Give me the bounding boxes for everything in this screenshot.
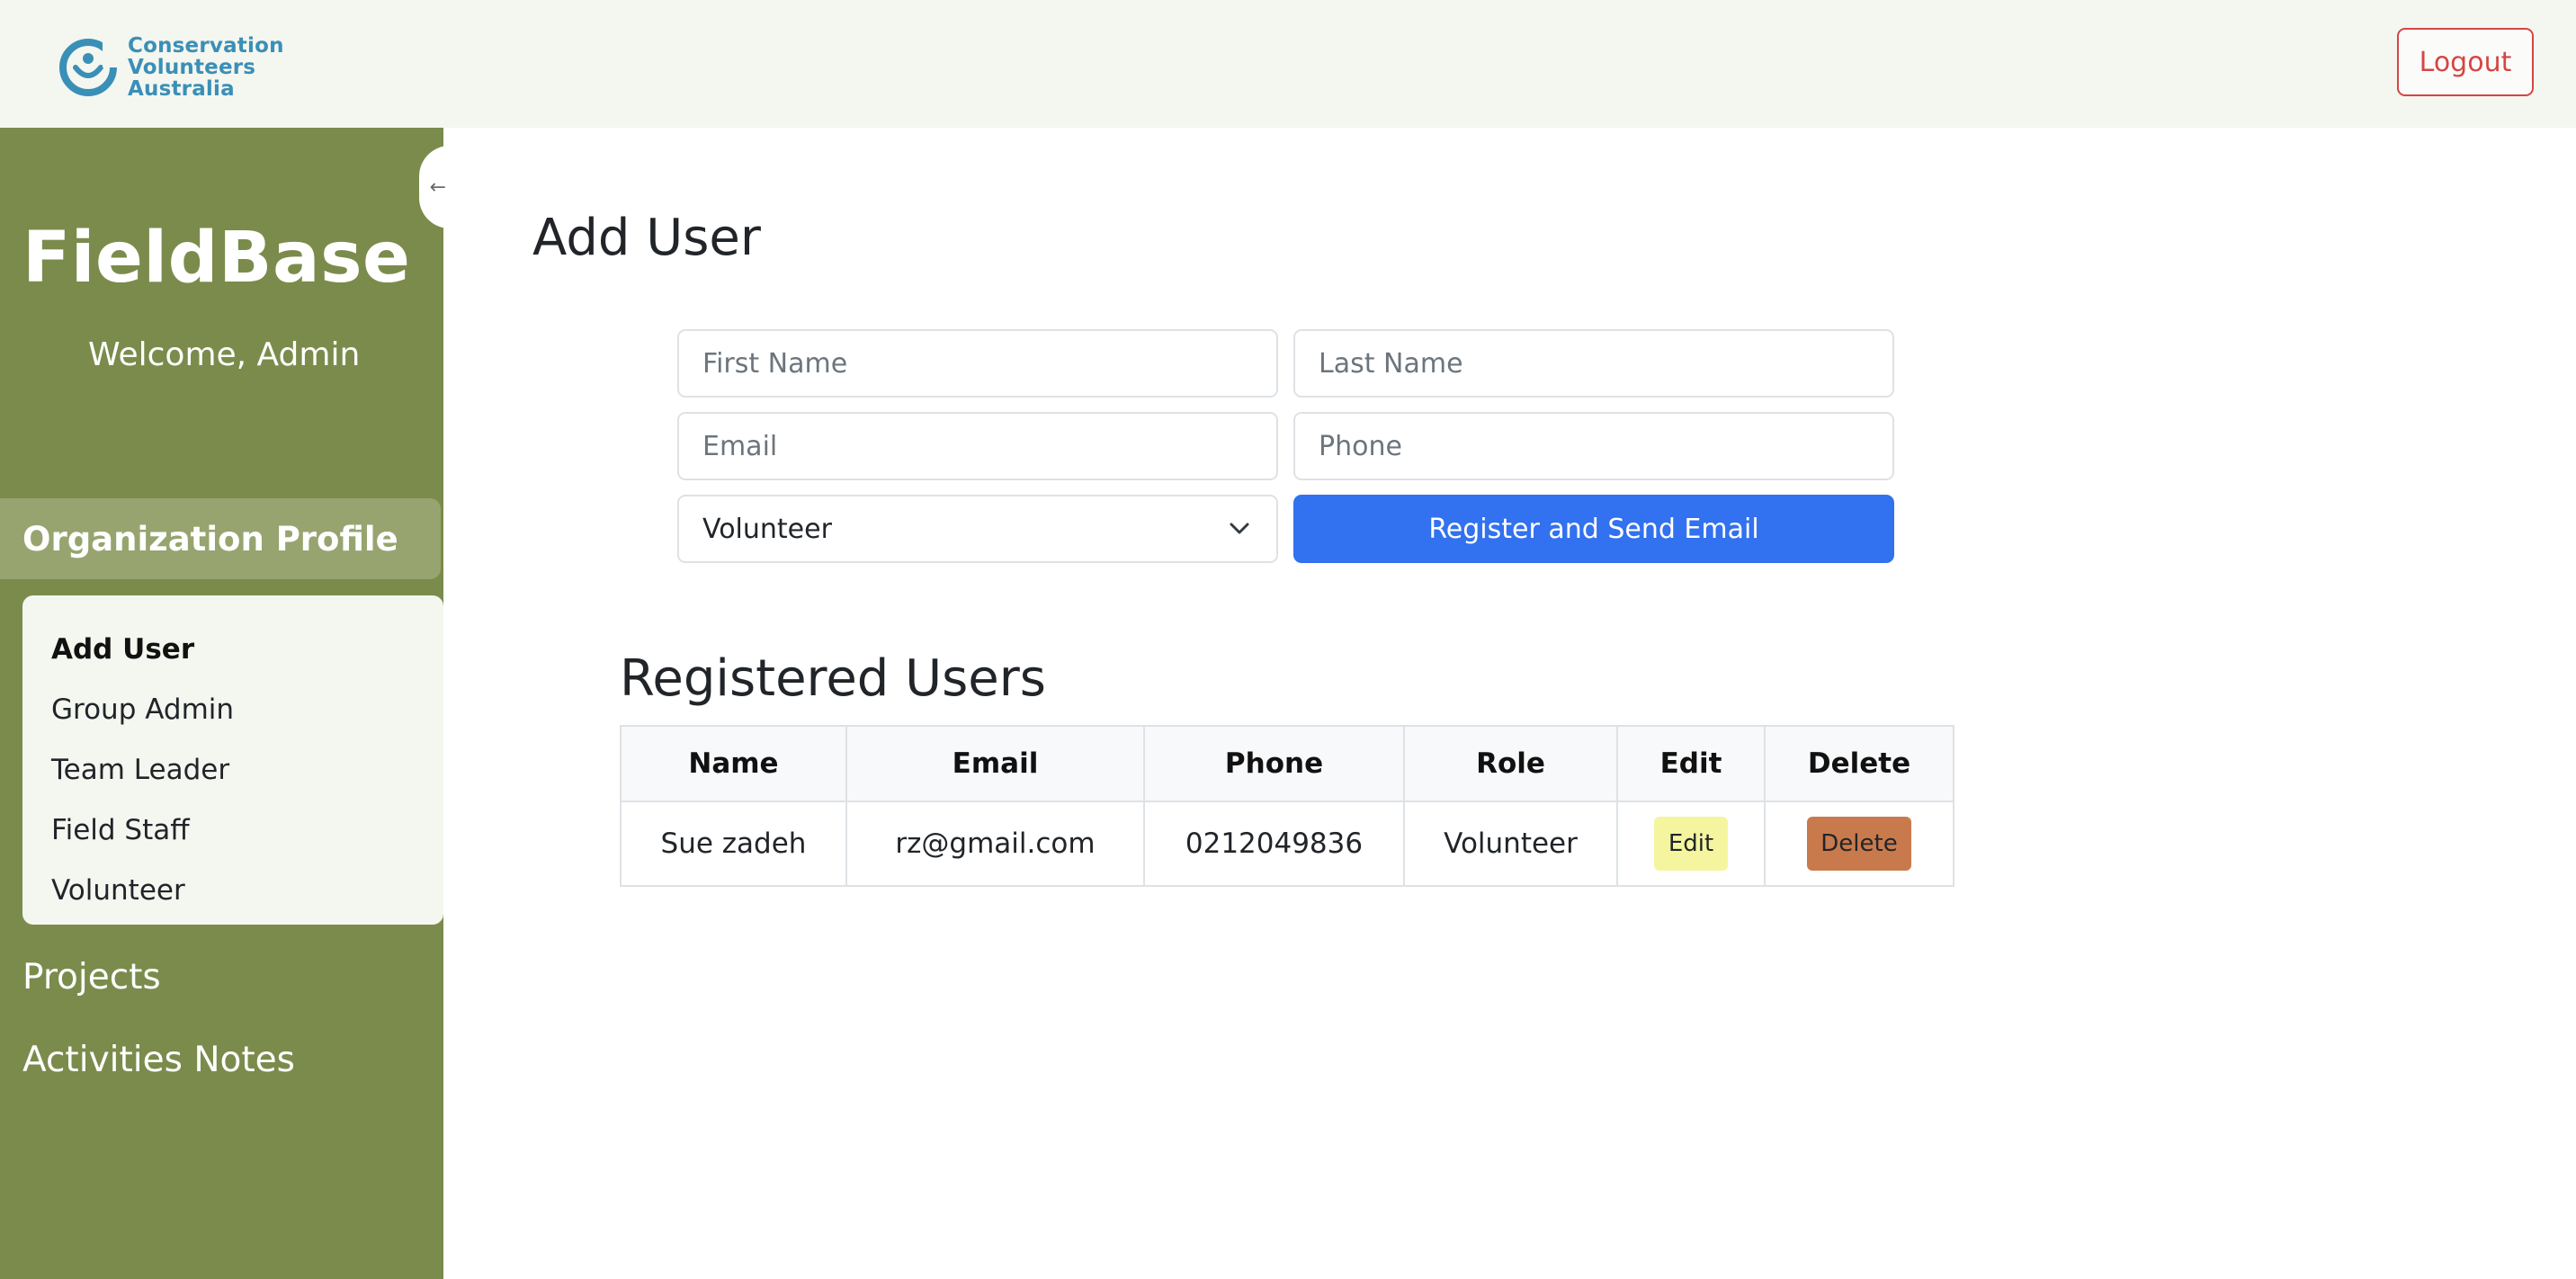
- logout-button[interactable]: Logout: [2397, 28, 2534, 96]
- cell-email: rz@gmail.com: [845, 800, 1145, 887]
- column-header-delete: Delete: [1764, 725, 1954, 802]
- column-header-role: Role: [1403, 725, 1618, 802]
- column-header-name: Name: [620, 725, 847, 802]
- cell-name: Sue zadeh: [620, 800, 847, 887]
- submenu-item-volunteer[interactable]: Volunteer: [22, 860, 443, 920]
- top-navbar: Conservation Volunteers Australia Logout: [0, 0, 2576, 128]
- register-send-email-button[interactable]: Register and Send Email: [1293, 495, 1894, 563]
- role-select[interactable]: Volunteer: [677, 495, 1278, 563]
- table-row: Sue zadeh rz@gmail.com 0212049836 Volunt…: [620, 800, 1954, 887]
- cell-role: Volunteer: [1403, 800, 1618, 887]
- logo-line-3: Australia: [128, 77, 235, 101]
- submenu-item-team-leader[interactable]: Team Leader: [22, 739, 443, 800]
- sidebar: FieldBase Welcome, Admin Organization Pr…: [0, 128, 443, 1279]
- chevron-down-icon: [1230, 523, 1249, 534]
- submenu-item-field-staff[interactable]: Field Staff: [22, 800, 443, 860]
- phone-input[interactable]: [1293, 412, 1894, 480]
- organization-submenu: Add User Group Admin Team Leader Field S…: [22, 595, 443, 925]
- submenu-item-add-user[interactable]: Add User: [22, 619, 443, 679]
- sidebar-item-projects[interactable]: Projects: [22, 957, 161, 997]
- sidebar-item-label: Organization Profile: [22, 519, 398, 559]
- delete-button[interactable]: Delete: [1807, 817, 1911, 871]
- page-title: Add User: [532, 209, 761, 267]
- role-select-value: Volunteer: [702, 513, 832, 545]
- cell-edit: Edit: [1616, 800, 1766, 887]
- logo-wordmark: Conservation Volunteers Australia: [128, 35, 284, 100]
- logo-icon: [59, 39, 117, 96]
- email-input[interactable]: [677, 412, 1278, 480]
- column-header-phone: Phone: [1143, 725, 1405, 802]
- registered-users-table: Name Email Phone Role Edit Delete Sue za…: [620, 725, 1954, 887]
- arrow-left-icon: ←: [429, 175, 446, 199]
- edit-button[interactable]: Edit: [1654, 817, 1728, 871]
- sidebar-item-activities-notes[interactable]: Activities Notes: [22, 1040, 295, 1080]
- welcome-text: Welcome, Admin: [88, 336, 361, 373]
- first-name-input[interactable]: [677, 329, 1278, 398]
- sidebar-item-organization-profile[interactable]: Organization Profile: [0, 498, 441, 579]
- app-brand: FieldBase: [22, 218, 411, 299]
- logo-line-1: Conservation: [128, 34, 284, 58]
- table-header-row: Name Email Phone Role Edit Delete: [620, 725, 1954, 802]
- submenu-item-group-admin[interactable]: Group Admin: [22, 679, 443, 739]
- cell-phone: 0212049836: [1143, 800, 1405, 887]
- last-name-input[interactable]: [1293, 329, 1894, 398]
- cva-logo[interactable]: Conservation Volunteers Australia: [58, 32, 284, 103]
- logo-line-2: Volunteers: [128, 56, 256, 79]
- registered-users-title: Registered Users: [620, 649, 1046, 708]
- cell-delete: Delete: [1764, 800, 1954, 887]
- column-header-email: Email: [845, 725, 1145, 802]
- column-header-edit: Edit: [1616, 725, 1766, 802]
